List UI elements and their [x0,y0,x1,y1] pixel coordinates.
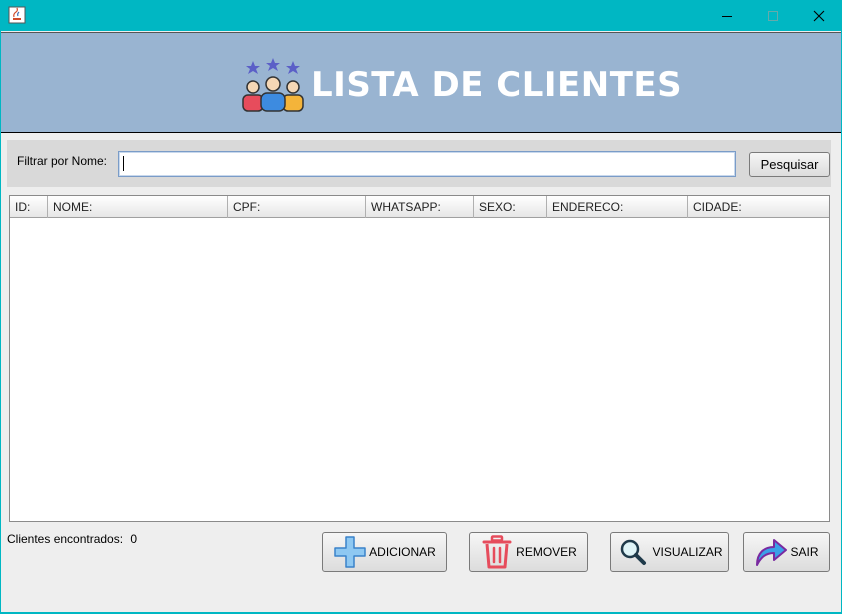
java-app-icon [8,6,26,24]
trash-icon [480,535,514,569]
header-banner: LISTA DE CLIENTES [1,32,841,133]
exit-button-label: SAIR [790,545,819,559]
customers-stars-icon [242,58,304,112]
magnifier-icon [616,535,650,569]
clients-table[interactable]: ID: NOME: CPF: WHATSAPP: SEXO: ENDERECO:… [9,195,830,522]
share-arrow-icon [754,535,788,569]
status-line: Clientes encontrados: 0 [7,532,141,546]
column-header-nome[interactable]: NOME: [48,196,228,218]
view-button-label: VISUALIZAR [652,545,723,559]
column-header-cpf[interactable]: CPF: [228,196,366,218]
filter-label: Filtrar por Nome: [17,154,108,168]
client-area: LISTA DE CLIENTES Filtrar por Nome: Pesq… [1,31,841,612]
column-header-id[interactable]: ID: [10,196,48,218]
close-button[interactable] [796,0,842,31]
maximize-button[interactable] [750,0,796,31]
clients-count: 0 [130,532,138,546]
filter-panel: Filtrar por Nome: Pesquisar [7,140,831,187]
title-bar [0,0,842,31]
remove-button-label: REMOVER [516,545,577,559]
plus-icon [333,535,367,569]
column-header-whatsapp[interactable]: WHATSAPP: [366,196,474,218]
minimize-icon [722,15,732,17]
close-icon [813,10,825,21]
header-content: LISTA DE CLIENTES [241,57,682,113]
name-filter-input[interactable] [118,151,736,177]
app-window: LISTA DE CLIENTES Filtrar por Nome: Pesq… [0,0,842,614]
table-header: ID: NOME: CPF: WHATSAPP: SEXO: ENDERECO:… [10,196,829,218]
column-header-sexo[interactable]: SEXO: [474,196,547,218]
text-caret [123,156,124,171]
column-header-endereco[interactable]: ENDERECO: [547,196,688,218]
status-label: Clientes encontrados: [7,532,124,546]
view-button[interactable]: VISUALIZAR [610,532,729,572]
minimize-button[interactable] [704,0,750,31]
page-title: LISTA DE CLIENTES [311,65,683,105]
exit-button[interactable]: SAIR [743,532,830,572]
maximize-icon [768,10,778,21]
add-button-label: ADICIONAR [369,545,436,559]
search-button[interactable]: Pesquisar [749,152,830,177]
remove-button[interactable]: REMOVER [469,532,588,572]
add-button[interactable]: ADICIONAR [322,532,447,572]
column-header-cidade[interactable]: CIDADE: [688,196,829,218]
